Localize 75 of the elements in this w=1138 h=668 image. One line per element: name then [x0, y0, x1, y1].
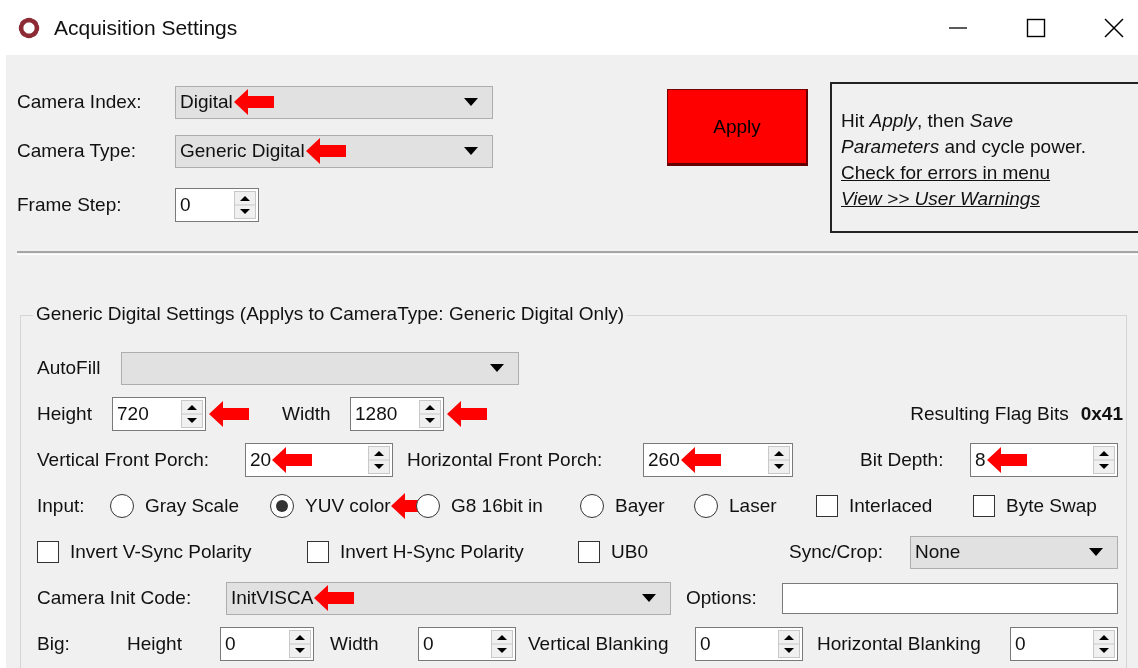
- checkbox-label: Invert V-Sync Polarity: [70, 541, 252, 563]
- checkbox[interactable]: [578, 541, 600, 563]
- spin-box[interactable]: 8: [970, 443, 1118, 477]
- apply-button[interactable]: Apply: [667, 89, 808, 166]
- link[interactable]: View >> User Warnings: [841, 186, 1040, 212]
- caret-icon: [464, 98, 478, 106]
- field-label: Height: [37, 403, 93, 425]
- checkbox-label: Interlaced: [849, 495, 933, 517]
- radio-button[interactable]: [580, 494, 604, 518]
- checkbox-label: Byte Swap: [1006, 495, 1097, 517]
- checkbox[interactable]: [307, 541, 329, 563]
- spin-box[interactable]: 0: [1010, 627, 1118, 661]
- flag-value: 0x41: [1080, 403, 1123, 425]
- field-label: Vertical Front Porch:: [37, 449, 211, 471]
- spin-buttons[interactable]: [368, 446, 390, 474]
- checkbox[interactable]: [973, 495, 995, 517]
- field-label: AutoFill: [37, 357, 102, 379]
- spin-buttons[interactable]: [181, 400, 203, 428]
- checkbox-label: Invert H-Sync Polarity: [340, 541, 524, 563]
- spin-buttons[interactable]: [1093, 446, 1115, 474]
- radio-button[interactable]: [110, 494, 134, 518]
- field-label: Frame Step:: [17, 194, 123, 216]
- dropdown[interactable]: Generic Digital: [175, 134, 493, 168]
- spin-buttons[interactable]: [419, 400, 441, 428]
- field-label: Height: [127, 633, 183, 655]
- spin-box[interactable]: 20: [245, 443, 393, 477]
- field-label: Bit Depth:: [859, 449, 945, 471]
- radio-label: G8 16bit in: [451, 495, 543, 517]
- radio-button[interactable]: [694, 494, 718, 518]
- field-label: Camera Index:: [17, 91, 143, 113]
- field-label: Horizontal Front Porch:: [406, 449, 604, 471]
- field-label: Big:: [37, 633, 71, 655]
- radio-label: Laser: [729, 495, 777, 517]
- dropdown[interactable]: None: [910, 535, 1118, 569]
- caret-icon: [490, 364, 504, 372]
- window-title: Acquisition Settings: [54, 15, 238, 40]
- spin-buttons[interactable]: [234, 191, 256, 219]
- radio-button[interactable]: [416, 494, 440, 518]
- spin-box[interactable]: 0: [220, 627, 314, 661]
- input-field[interactable]: [782, 582, 1118, 614]
- field-label: Sync/Crop:: [789, 541, 884, 563]
- caret-icon: [1089, 548, 1103, 556]
- field-label: Vertical Blanking: [527, 633, 670, 655]
- spin-box[interactable]: 260: [643, 443, 793, 477]
- radio-button[interactable]: [270, 494, 294, 518]
- spin-buttons[interactable]: [768, 446, 790, 474]
- note-text: Hit Apply, then Save Parameters and cycle power.: [841, 109, 1087, 159]
- spin-box[interactable]: 0: [175, 188, 259, 222]
- spin-buttons[interactable]: [1093, 630, 1115, 658]
- dropdown[interactable]: Digital: [175, 85, 493, 119]
- field-label: Options:: [685, 587, 758, 609]
- radio-label: Bayer: [615, 495, 665, 517]
- field-label: Camera Type:: [17, 140, 137, 162]
- checkbox[interactable]: [37, 541, 59, 563]
- spin-buttons[interactable]: [778, 630, 800, 658]
- checkbox-label: UB0: [611, 541, 648, 563]
- field-label: Horizontal Blanking: [816, 633, 982, 655]
- spin-box[interactable]: 0: [418, 627, 516, 661]
- link[interactable]: Check for errors in menu: [841, 160, 1051, 186]
- field-label: Width: [329, 633, 380, 655]
- dropdown[interactable]: InitVISCA: [226, 581, 671, 615]
- spin-box[interactable]: 0: [695, 627, 803, 661]
- spin-buttons[interactable]: [491, 630, 513, 658]
- spin-buttons[interactable]: [289, 630, 311, 658]
- field-label: Resulting Flag Bits: [910, 403, 1069, 425]
- field-label: Camera Init Code:: [37, 587, 193, 609]
- maximize-icon[interactable]: [1026, 17, 1046, 38]
- radio-label: Gray Scale: [145, 495, 239, 517]
- caret-icon: [642, 594, 656, 602]
- close-icon[interactable]: [1104, 17, 1124, 38]
- caret-icon: [464, 147, 478, 155]
- field-label: Input:: [37, 495, 86, 517]
- radio-label: YUV color: [305, 495, 391, 517]
- field-label: Width: [281, 403, 332, 425]
- checkbox[interactable]: [816, 495, 838, 517]
